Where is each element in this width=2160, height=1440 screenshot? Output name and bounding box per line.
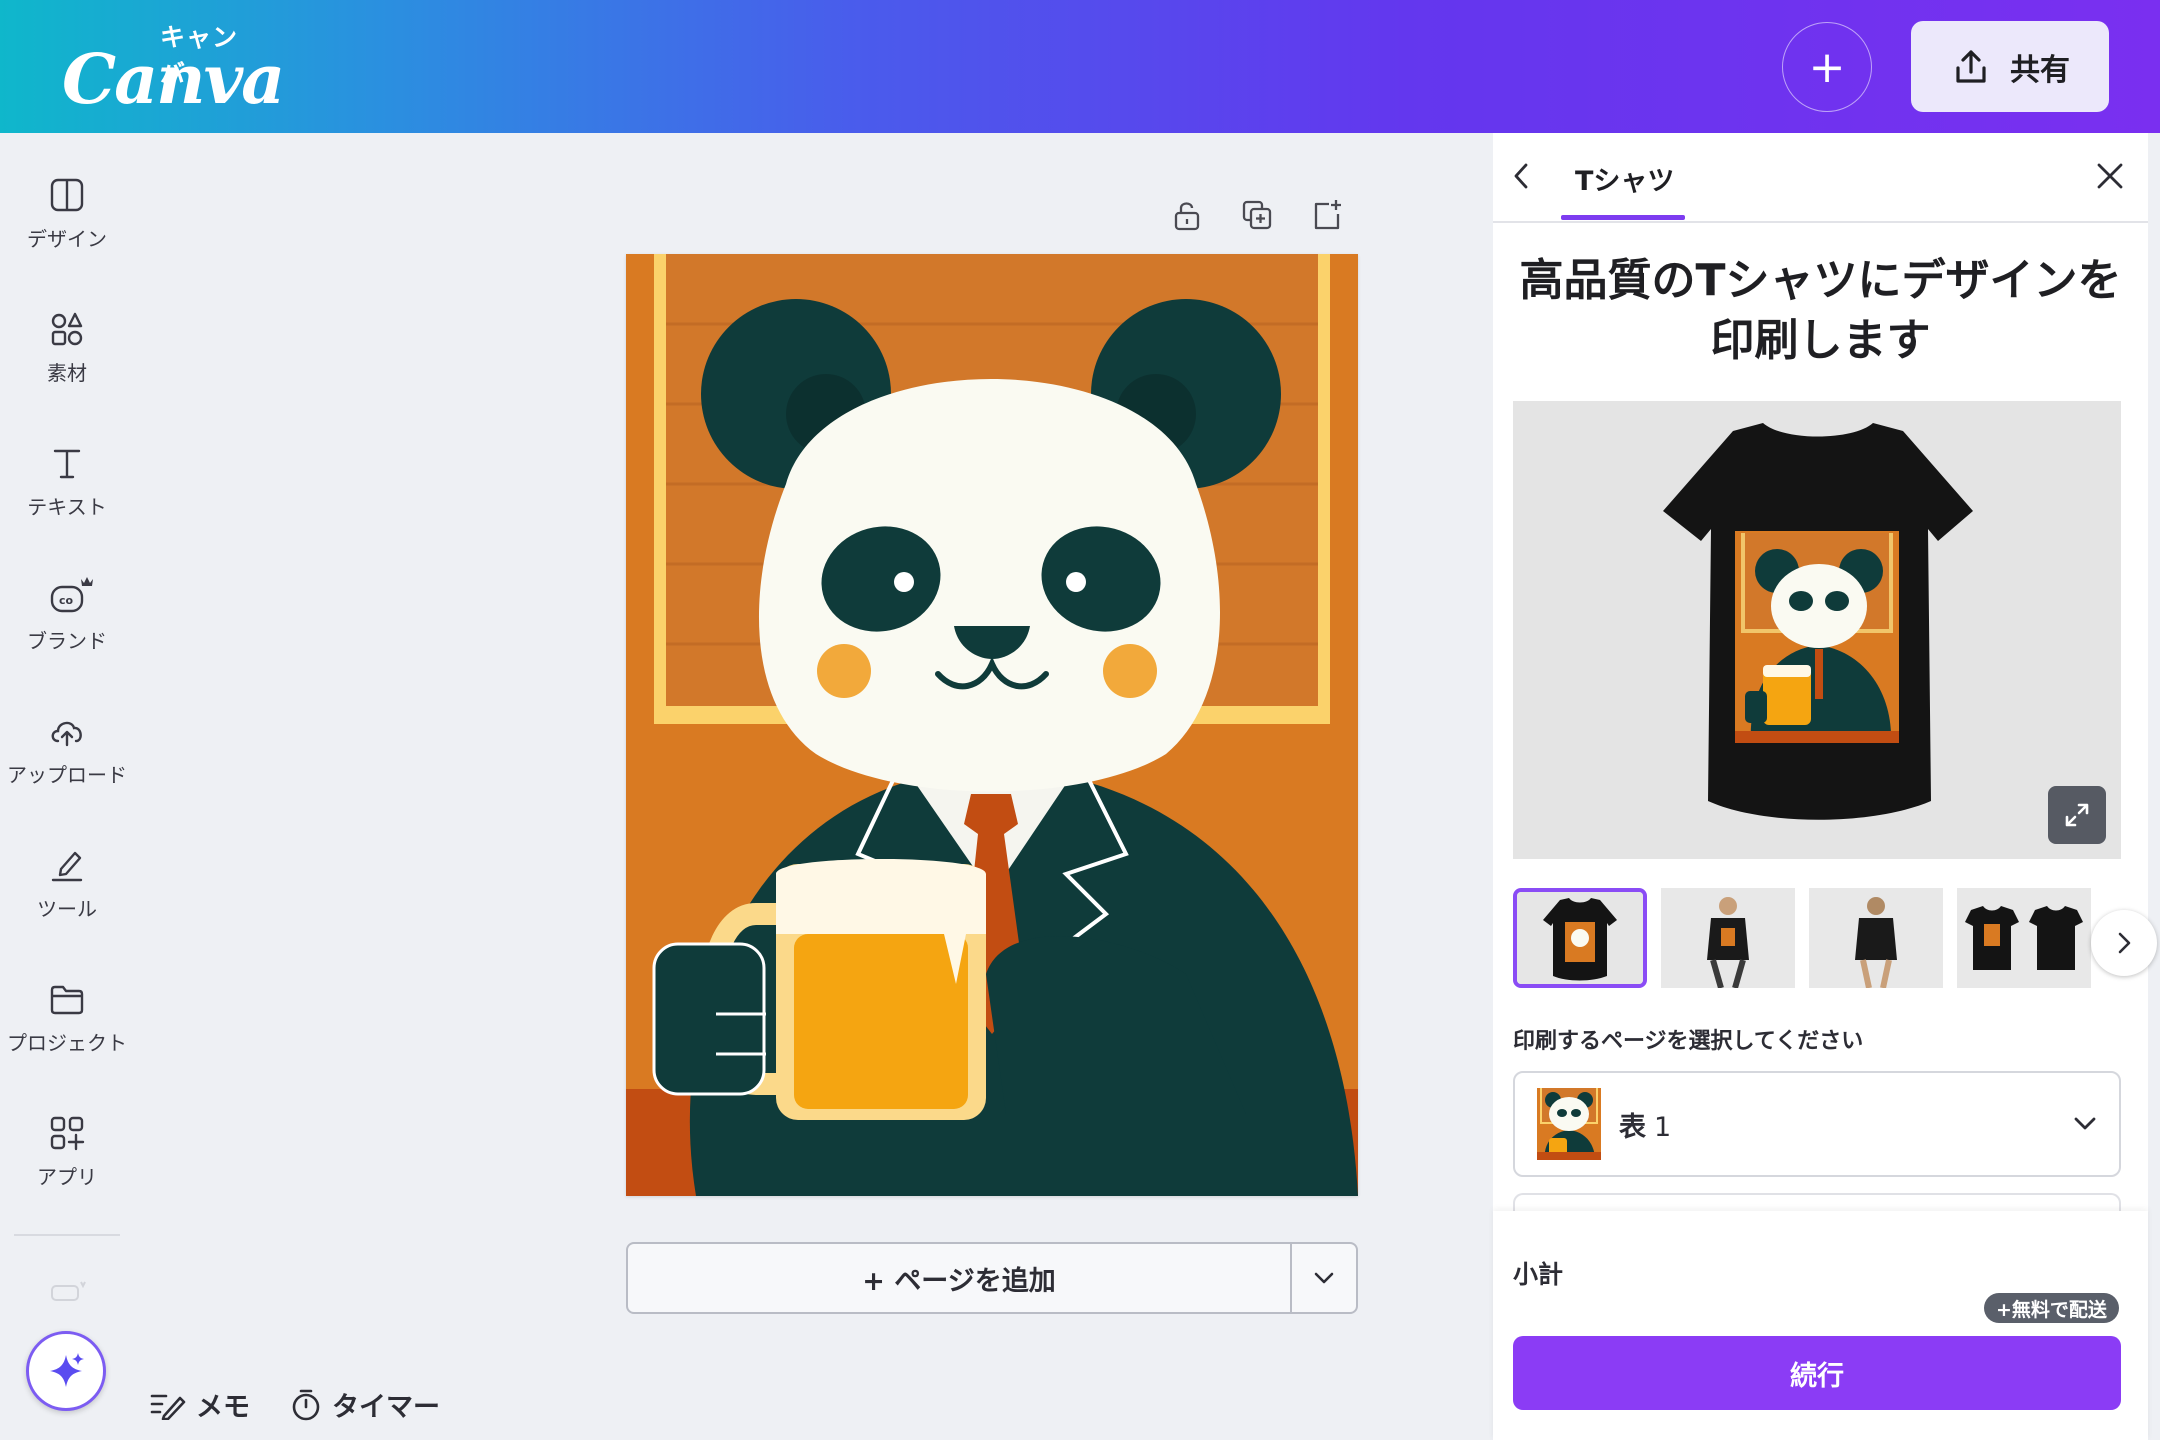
heading-line-2: 印刷します — [1710, 315, 1931, 366]
sparkle-icon — [50, 1353, 84, 1387]
active-tab-indicator — [1561, 215, 1685, 220]
sidebar-item-label: アプリ — [37, 1165, 97, 1189]
close-icon — [2097, 163, 2123, 189]
chevron-left-icon — [1514, 163, 1528, 189]
model-back-thumbnail-image — [1809, 888, 1943, 988]
page-thumbnail-image — [1537, 1088, 1601, 1160]
thumbnail-front-back[interactable] — [1957, 888, 2091, 988]
sidebar-item-design[interactable]: デザイン — [0, 175, 134, 252]
thumbnails-next-button[interactable] — [2091, 910, 2157, 976]
duplicate-page-icon[interactable] — [1240, 198, 1274, 232]
sidebar-item-text[interactable]: テキスト — [0, 443, 134, 520]
timer-label: タイマー — [332, 1392, 440, 1423]
canva-logo[interactable]: キャンバ Canva — [62, 18, 285, 120]
panel-title: Tシャツ — [1575, 166, 1675, 197]
unlock-icon[interactable] — [1170, 198, 1204, 232]
page-select-dropdown[interactable]: 表1 — [1513, 1071, 2121, 1177]
add-page-dropdown[interactable] — [1292, 1244, 1356, 1312]
add-page-bar: + ページを追加 — [626, 1242, 1358, 1314]
select-page-label: 印刷するページを選択してください — [1513, 1029, 1864, 1054]
chevron-right-icon — [2118, 932, 2131, 954]
page-thumbnail — [1537, 1088, 1601, 1160]
sidebar-item-tools[interactable]: ツール — [0, 845, 134, 922]
free-shipping-badge: +無料で配送 — [1984, 1293, 2119, 1323]
tshirt-mockup-image — [1513, 401, 2121, 859]
chevron-down-icon — [2074, 1117, 2096, 1130]
close-button[interactable] — [2095, 161, 2125, 195]
thumbnail-model-back[interactable] — [1809, 888, 1943, 988]
magic-assistant-button[interactable] — [26, 1331, 106, 1411]
timer-icon — [292, 1389, 320, 1420]
sidebar-item-label: 素材 — [47, 361, 87, 385]
share-label: 共有 — [2010, 52, 2070, 88]
bottom-toolbar: メモ タイマー — [150, 1385, 440, 1424]
sidebar-item-elements[interactable]: 素材 — [0, 309, 134, 386]
tshirt-thumbnail-image — [1517, 892, 1643, 984]
sidebar-item-label: テキスト — [27, 495, 107, 519]
sidebar-item-brand[interactable]: co ブランド — [0, 577, 134, 654]
panda-beer-illustration — [626, 254, 1358, 1196]
chevron-down-icon — [1314, 1272, 1334, 1284]
sidebar-item-apps[interactable]: アプリ — [0, 1113, 134, 1190]
continue-label: 続行 — [1790, 1360, 1844, 1392]
layout-icon — [50, 178, 84, 212]
top-bar: キャンバ Canva + 共有 — [0, 0, 2160, 133]
share-button[interactable]: 共有 — [1911, 21, 2109, 112]
brand-icon: co — [50, 577, 93, 613]
add-page-label: + ページを追加 — [862, 1265, 1056, 1297]
faded-extra-icon[interactable] — [50, 1280, 86, 1308]
selected-page-name: 表 — [1619, 1111, 1646, 1143]
heading-line-1: 高品質のTシャツにデザインを — [1519, 255, 2122, 306]
tshirt-preview[interactable] — [1513, 401, 2121, 859]
svg-text:co: co — [59, 594, 74, 607]
memo-button[interactable]: メモ — [150, 1385, 250, 1424]
logo-wordmark: Canva — [62, 40, 285, 120]
expand-preview-button[interactable] — [2048, 786, 2106, 844]
front-back-thumbnail-image — [1957, 888, 2091, 988]
apps-icon — [50, 1116, 85, 1151]
share-upload-icon — [1956, 49, 1986, 83]
notes-pencil-icon — [150, 1394, 186, 1420]
checkout-footer: 小計 +無料で配送 続行 — [1493, 1211, 2148, 1440]
selected-page-value: 表1 — [1619, 1105, 2073, 1144]
panel-header: Tシャツ — [1493, 133, 2148, 223]
upload-cloud-icon — [51, 721, 82, 747]
timer-button[interactable]: タイマー — [290, 1385, 440, 1424]
text-icon — [53, 449, 81, 479]
memo-label: メモ — [196, 1392, 250, 1423]
draw-tool-icon — [51, 851, 83, 882]
sidebar-item-label: デザイン — [27, 227, 107, 251]
elements-icon — [51, 312, 83, 346]
model-thumbnail-image — [1661, 888, 1795, 988]
sidebar-item-label: ツール — [37, 897, 97, 921]
plus-icon: + — [1808, 41, 1846, 93]
add-page-icon[interactable] — [1310, 198, 1344, 232]
sidebar-item-label: ブランド — [27, 629, 107, 653]
panel-heading: 高品質のTシャツにデザインを 印刷します — [1513, 251, 2128, 371]
sidebar-item-label: プロジェクト — [7, 1031, 127, 1055]
page-toolbar — [1170, 198, 1344, 232]
create-button[interactable]: + — [1782, 22, 1872, 112]
thumbnail-flat-front[interactable] — [1513, 888, 1647, 988]
folder-icon — [50, 985, 84, 1015]
subtotal-label: 小計 — [1513, 1260, 1564, 1289]
continue-button[interactable]: 続行 — [1513, 1336, 2121, 1410]
print-tshirt-panel: Tシャツ 高品質のTシャツにデザインを 印刷します 印刷するページを選択してくだ… — [1493, 133, 2157, 1440]
sidebar-item-label: アップロード — [7, 763, 127, 787]
sidebar-item-upload[interactable]: アップロード — [0, 711, 134, 788]
thumbnail-model-front[interactable] — [1661, 888, 1795, 988]
sidebar-item-projects[interactable]: プロジェクト — [0, 979, 134, 1056]
back-button[interactable] — [1511, 161, 1533, 195]
expand-icon — [2065, 803, 2089, 827]
sidebar-divider — [14, 1234, 120, 1236]
design-artboard[interactable] — [626, 254, 1358, 1196]
preview-thumbnails — [1513, 888, 2157, 988]
add-page-button[interactable]: + ページを追加 — [628, 1244, 1292, 1312]
selected-page-number: 1 — [1654, 1111, 1672, 1143]
